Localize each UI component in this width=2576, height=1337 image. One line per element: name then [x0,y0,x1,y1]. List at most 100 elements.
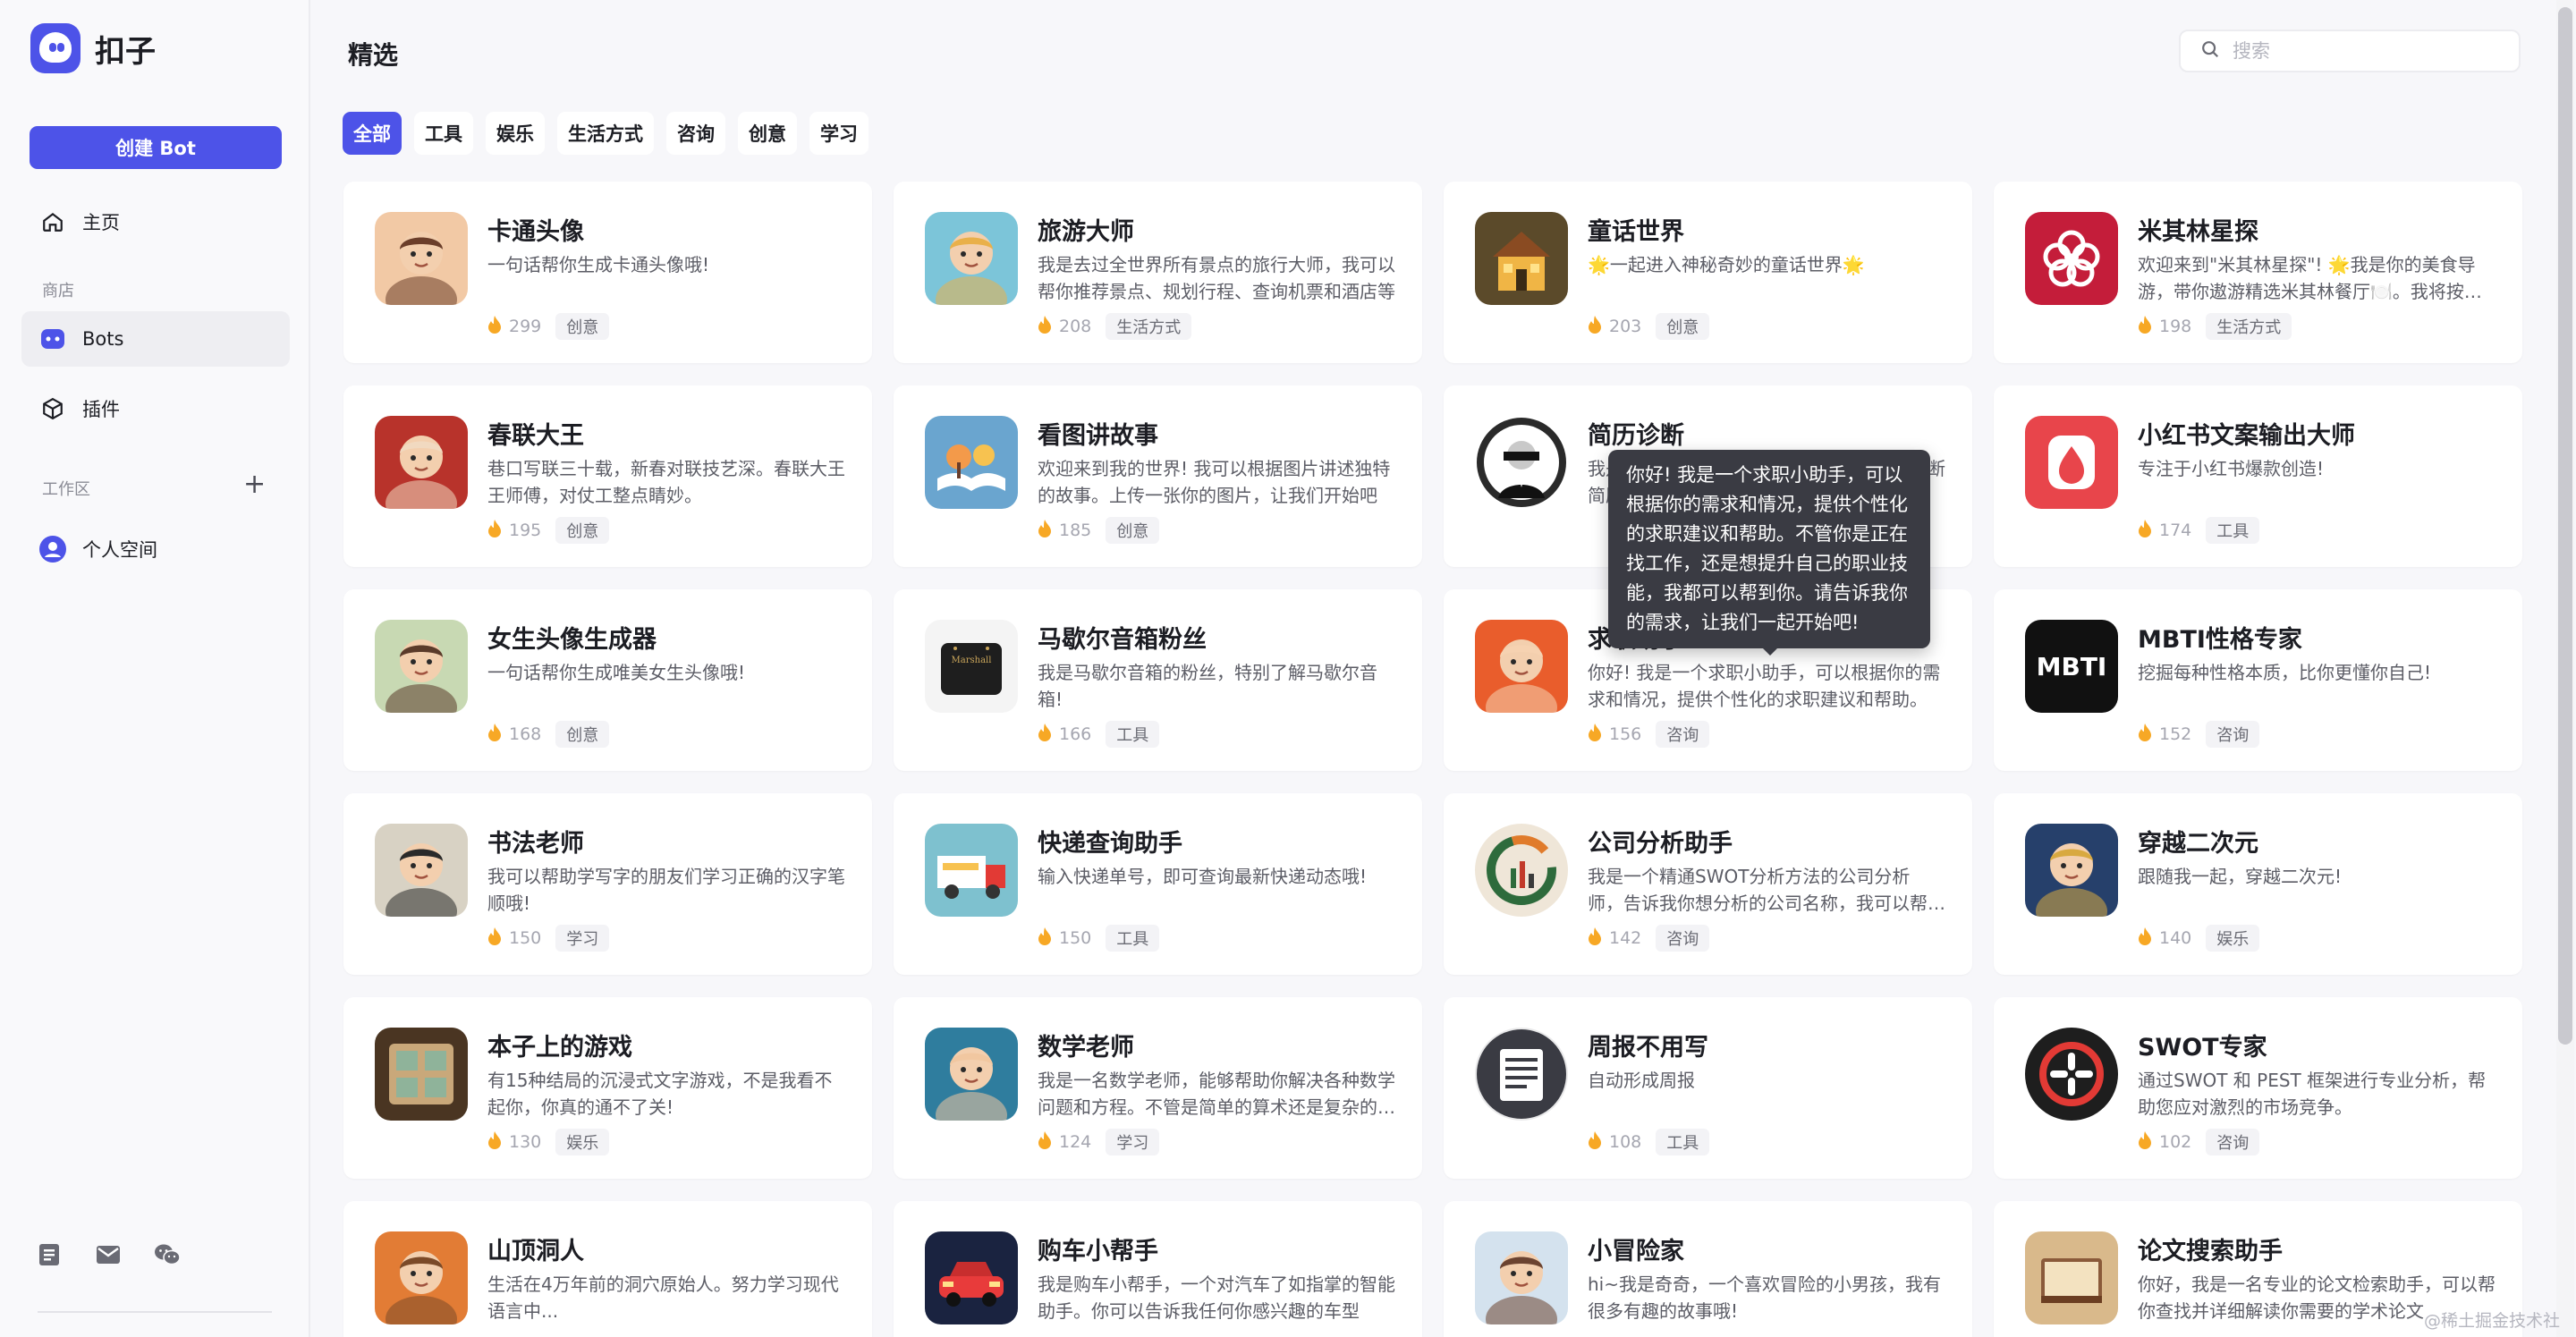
bot-meta: 150 学习 [487,925,610,952]
bot-name: 山顶洞人 [487,1238,584,1265]
bot-avatar: MBTI [2025,620,2118,713]
bot-name: 周报不用写 [1588,1034,1708,1062]
bot-description: 一句话帮你生成唯美女生头像哦! [487,662,746,683]
sidebar-item-plugins[interactable]: 插件 [21,381,290,436]
search-icon [2200,39,2220,63]
wechat-icon[interactable] [152,1240,182,1270]
usage-count: 150 [509,928,542,948]
add-workspace-icon[interactable]: + [243,471,266,498]
sidebar-item-home[interactable]: 主页 [21,194,290,250]
bot-meta: 140 娱乐 [2138,925,2260,952]
bot-name: 购车小帮手 [1038,1238,1158,1265]
tab-all[interactable]: 全部 [343,112,402,155]
bot-avatar [2025,1028,2118,1121]
logo[interactable]: 扣子 [30,23,156,73]
bot-card[interactable]: 购车小帮手 我是购车小帮手，一个对汽车了如指掌的智能助手。你可以告诉我任何你感兴… [894,1201,1422,1337]
sidebar-item-label: 个人空间 [82,539,157,561]
category-tag: 学习 [1106,1129,1160,1155]
bot-description: 跟随我一起，穿越二次元! [2138,866,2343,887]
scrollbar-thumb[interactable] [2558,7,2572,1045]
page-title: 精选 [348,40,399,70]
flame-icon [2138,927,2159,949]
tab-entertainment[interactable]: 娱乐 [486,112,545,155]
bot-name: 本子上的游戏 [487,1034,632,1062]
sidebar-item-personal-space[interactable]: 个人空间 [21,521,290,577]
bot-avatar [2025,1231,2118,1324]
bot-card[interactable]: Marshall 马歇尔音箱粉丝 我是马歇尔音箱的粉丝，特别了解马歇尔音箱! 1… [894,589,1422,771]
tab-lifestyle[interactable]: 生活方式 [557,112,654,155]
bot-description: 我是一名数学老师，能够帮助你解决各种数学问题和方程。不管是简单的算术还是复杂的方… [1038,1070,1395,1118]
usage-count: 108 [1609,1132,1642,1152]
bot-card[interactable]: 公司分析助手 我是一个精通SWOT分析方法的公司分析师，告诉我你想分析的公司名称… [1444,793,1972,975]
bot-card[interactable]: MBTI MBTI性格专家 挖掘每种性格本质，比你更懂你自己! 152 咨询 [1994,589,2522,771]
bot-description: 欢迎来到我的世界! 我可以根据图片讲述独特的故事。上传一张你的图片，让我们开始吧 [1038,458,1391,506]
flame-icon [2138,1131,2159,1153]
bot-meta: 208 生活方式 [1038,313,1192,340]
usage-count: 150 [1059,928,1092,948]
bot-card[interactable]: 看图讲故事 欢迎来到我的世界! 我可以根据图片讲述独特的故事。上传一张你的图片，… [894,385,1422,567]
flame-icon [1038,520,1059,541]
bot-card[interactable]: 卡通头像 一句话帮你生成卡通头像哦! 299 创意 [343,182,872,363]
bot-card[interactable]: 书法老师 我可以帮助学写字的朋友们学习正确的汉字笔顺哦! 150 学习 [343,793,872,975]
flame-icon [1588,724,1609,745]
bot-card[interactable]: 米其林星探 欢迎来到"米其林星探"! 🌟我是你的美食导游，带你遨游精选米其林餐厅… [1994,182,2522,363]
bot-card[interactable]: 小红书文案输出大师 专注于小红书爆款创造! 174 工具 [1994,385,2522,567]
sidebar: 扣子 创建 Bot 主页 商店 Bots 插件 工作区 + 个人空间 [0,0,310,1337]
tab-tools[interactable]: 工具 [414,112,473,155]
bot-card[interactable]: 周报不用写 自动形成周报 108 工具 [1444,997,1972,1179]
usage-count: 208 [1059,317,1092,336]
usage-count: 130 [509,1132,542,1152]
mail-icon[interactable] [93,1240,123,1270]
bot-description: 欢迎来到"米其林星探"! 🌟我是你的美食导游，带你遨游精选米其林餐厅🍽️。我将按… [2138,254,2482,302]
category-tag: 工具 [2206,517,2260,544]
bot-avatar [375,212,468,305]
bot-name: 数学老师 [1038,1034,1134,1062]
create-bot-button[interactable]: 创建 Bot [30,126,282,169]
sidebar-item-bots[interactable]: Bots [21,311,290,367]
bot-meta: 108 工具 [1588,1129,1710,1155]
tab-consulting[interactable]: 咨询 [666,112,725,155]
bot-description: 输入快递单号，即可查询最新快递动态哦! [1038,866,1368,887]
bot-card[interactable]: 童话世界 🌟一起进入神秘奇妙的童话世界🌟 203 创意 [1444,182,1972,363]
bot-card[interactable]: 小冒险家 hi~我是奇奇，一个喜欢冒险的小男孩，我有很多有趣的故事哦! [1444,1201,1972,1337]
bot-card[interactable]: 女生头像生成器 一句话帮你生成唯美女生头像哦! 168 创意 [343,589,872,771]
bot-name: 论文搜索助手 [2138,1238,2283,1265]
flame-icon [1038,1131,1059,1153]
document-icon[interactable] [34,1240,64,1270]
bot-avatar [2025,212,2118,305]
bot-card[interactable]: 旅游大师 我是去过全世界所有景点的旅行大师，我可以帮你推荐景点、规划行程、查询机… [894,182,1422,363]
tab-learning[interactable]: 学习 [809,112,869,155]
bot-avatar [925,1231,1018,1324]
usage-count: 299 [509,317,542,336]
bot-card[interactable]: 快递查询助手 输入快递单号，即可查询最新快递动态哦! 150 工具 [894,793,1422,975]
bot-card[interactable]: SWOT专家 通过SWOT 和 PEST 框架进行专业分析，帮助您应对激烈的市场… [1994,997,2522,1179]
bot-icon [39,326,66,352]
sidebar-item-label: 主页 [82,212,120,233]
bot-meta: 185 创意 [1038,517,1160,544]
bot-name: 公司分析助手 [1588,830,1733,858]
bot-description: 生活在4万年前的洞穴原始人。努力学习现代语言中... [487,1274,839,1322]
tooltip-arrow [1759,645,1781,656]
bot-description: 自动形成周报 [1588,1070,1695,1091]
bot-description: 巷口写联三十载，新春对联技艺深。春联大王王师傅，对仗工整点睛妙。 [487,458,845,506]
search-box[interactable] [2179,30,2521,72]
flame-icon [487,724,509,745]
bot-description: 通过SWOT 和 PEST 框架进行专业分析，帮助您应对激烈的市场竞争。 [2138,1070,2487,1118]
bot-card[interactable]: 春联大王 巷口写联三十载，新春对联技艺深。春联大王王师傅，对仗工整点睛妙。 19… [343,385,872,567]
bot-card[interactable]: 本子上的游戏 有15种结局的沉浸式文字游戏，不是我看不起你，你真的通不了关! 1… [343,997,872,1179]
tab-creative[interactable]: 创意 [738,112,797,155]
bot-card[interactable]: 数学老师 我是一名数学老师，能够帮助你解决各种数学问题和方程。不管是简单的算术还… [894,997,1422,1179]
search-input[interactable] [2233,40,2501,62]
bot-name: 女生头像生成器 [487,626,657,654]
bot-card[interactable]: 山顶洞人 生活在4万年前的洞穴原始人。努力学习现代语言中... [343,1201,872,1337]
sidebar-item-label: 插件 [82,399,120,420]
flame-icon [487,927,509,949]
category-tag: 工具 [1106,925,1160,952]
flame-icon [1588,316,1609,337]
bot-meta: 166 工具 [1038,721,1160,748]
bot-description: 🌟一起进入神秘奇妙的童话世界🌟 [1588,254,1865,275]
bot-avatar [1475,824,1568,917]
bot-meta: 130 娱乐 [487,1129,610,1155]
bot-card[interactable]: 穿越二次元 跟随我一起，穿越二次元! 140 娱乐 [1994,793,2522,975]
bot-avatar [375,620,468,713]
